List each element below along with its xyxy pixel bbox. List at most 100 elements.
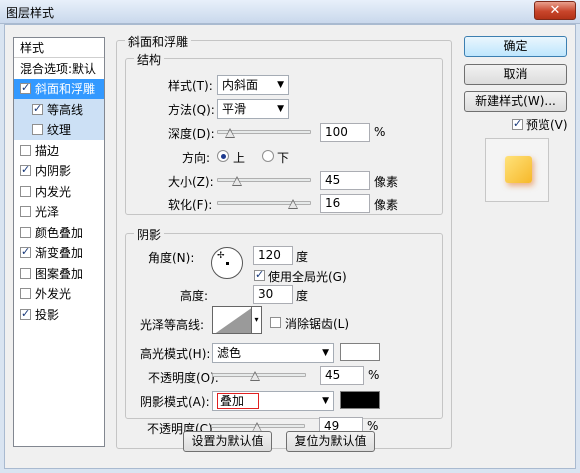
style-enable-checkbox[interactable] [20,226,31,238]
style-select-value: 内斜面 [222,78,259,92]
slider-thumb[interactable] [232,176,243,186]
bevel-emboss-title: 斜面和浮雕 [125,33,192,50]
style-select[interactable]: 内斜面 ▼ [217,75,289,95]
slider-thumb[interactable] [287,199,298,209]
close-button[interactable]: ✕ [534,1,576,20]
size-slider[interactable] [217,173,311,187]
altitude-input[interactable]: 30 [253,285,293,304]
soften-slider[interactable] [217,196,311,210]
technique-select-value: 平滑 [222,102,247,116]
chevron-down-icon: ▼ [277,104,284,114]
style-enable-checkbox[interactable] [20,206,31,218]
direction-up-radio[interactable] [217,150,229,162]
direction-up-label: 上 [233,151,246,165]
depth-input[interactable]: 100 [320,123,370,142]
styles-list-item[interactable]: 等高线 [14,99,104,120]
shading-group: 阴影 角度(N): ✢ 120 度 使用全局光(G) 高度: 30 度 光泽等高… [125,226,443,419]
styles-list-item[interactable]: 光泽 [14,202,104,223]
technique-select[interactable]: 平滑 ▼ [217,99,289,119]
shadow-mode-select[interactable]: 叠加 ▼ [212,391,334,411]
preview-checkbox[interactable] [512,117,523,130]
cancel-button[interactable]: 取消 [464,64,567,85]
style-enable-checkbox[interactable] [20,288,31,300]
make-default-button[interactable]: 设置为默认值 [183,431,272,452]
styles-list-item-label: 颜色叠加 [35,225,84,240]
styles-list-item-label: 斜面和浮雕 [35,82,96,97]
style-enable-checkbox[interactable] [20,144,31,156]
slider-thumb[interactable] [249,371,260,381]
altitude-label: 高度: [180,289,209,303]
gloss-contour-preview[interactable] [212,306,252,334]
styles-list-items: 混合选项:默认斜面和浮雕等高线纹理描边内阴影内发光光泽颜色叠加渐变叠加图案叠加外… [14,58,104,325]
styles-list-item-label: 内阴影 [35,164,72,179]
styles-list-item[interactable]: 内阴影 [14,161,104,182]
style-enable-checkbox[interactable] [20,185,31,197]
styles-list-item[interactable]: 外发光 [14,284,104,305]
angle-input[interactable]: 120 [253,246,293,265]
styles-list-item-label: 外发光 [35,287,72,302]
antialias-checkbox[interactable] [270,317,281,328]
size-input[interactable]: 45 [320,171,370,190]
style-enable-checkbox[interactable] [32,124,43,136]
styles-list-item-label: 图案叠加 [35,266,84,281]
highlight-mode-value: 滤色 [217,346,242,360]
style-enable-checkbox[interactable] [20,267,31,279]
style-label: 样式(T): [168,79,213,93]
dialog-body: 样式 混合选项:默认斜面和浮雕等高线纹理描边内阴影内发光光泽颜色叠加渐变叠加图案… [4,24,576,469]
highlight-mode-select[interactable]: 滤色 ▼ [212,343,334,363]
new-style-button[interactable]: 新建样式(W)... [464,91,567,112]
styles-list-item[interactable]: 描边 [14,140,104,161]
direction-down-label: 下 [277,151,290,165]
styles-list-header[interactable]: 样式 [14,38,104,58]
styles-list: 样式 混合选项:默认斜面和浮雕等高线纹理描边内阴影内发光光泽颜色叠加渐变叠加图案… [13,37,105,447]
gloss-contour-label: 光泽等高线: [140,318,205,332]
styles-list-item[interactable]: 渐变叠加 [14,243,104,264]
soften-input[interactable]: 16 [320,194,370,213]
styles-list-item-label: 渐变叠加 [35,246,84,261]
styles-list-item[interactable]: 纹理 [14,119,104,140]
global-light-checkbox[interactable] [254,268,265,281]
antialias-label: 消除锯齿(L) [285,317,350,331]
styles-list-item-label: 光泽 [35,205,60,220]
style-enable-checkbox[interactable] [20,163,31,177]
direction-down-radio[interactable] [262,150,274,162]
chevron-down-icon: ▼ [322,348,329,358]
styles-list-item[interactable]: 颜色叠加 [14,222,104,243]
structure-title: 结构 [134,51,165,68]
soften-label: 软化(F): [168,198,213,212]
highlight-opacity-slider[interactable] [212,368,306,382]
ok-button[interactable]: 确定 [464,36,567,57]
angle-label: 角度(N): [148,251,195,265]
styles-list-item[interactable]: 图案叠加 [14,263,104,284]
depth-slider[interactable] [217,125,311,139]
depth-unit: % [374,125,386,139]
styles-list-item[interactable]: 混合选项:默认 [14,58,104,79]
angle-dial[interactable]: ✢ [211,247,243,279]
structure-group: 结构 样式(T): 内斜面 ▼ 方法(Q): 平滑 ▼ 深度(D): 100 %… [125,51,443,215]
slider-thumb[interactable] [225,128,236,138]
size-unit: 像素 [374,175,399,189]
angle-unit: 度 [296,250,309,264]
gloss-contour-dropdown[interactable]: ▾ [252,306,262,334]
direction-label: 方向: [182,151,211,165]
style-enable-checkbox[interactable] [20,81,31,95]
styles-list-item[interactable]: 内发光 [14,181,104,202]
global-light-label: 使用全局光(G) [268,270,347,284]
preview-label: 预览(V) [526,118,568,132]
style-enable-checkbox[interactable] [20,245,31,259]
reset-default-button[interactable]: 复位为默认值 [286,431,375,452]
style-enable-checkbox[interactable] [32,102,43,115]
technique-label: 方法(Q): [168,103,215,117]
styles-list-item-label: 内发光 [35,184,72,199]
styles-list-item-label: 描边 [35,143,60,158]
size-label: 大小(Z): [168,175,214,189]
angle-center-dot [226,262,229,265]
style-enable-checkbox[interactable] [20,307,31,320]
preview-swatch [505,156,532,183]
styles-list-item[interactable]: 投影 [14,304,104,325]
styles-list-item[interactable]: 斜面和浮雕 [14,78,104,99]
highlight-opacity-input[interactable]: 45 [320,366,364,385]
highlight-color-swatch[interactable] [340,343,380,361]
shadow-color-swatch[interactable] [340,391,380,409]
styles-list-item-label: 等高线 [47,102,84,117]
